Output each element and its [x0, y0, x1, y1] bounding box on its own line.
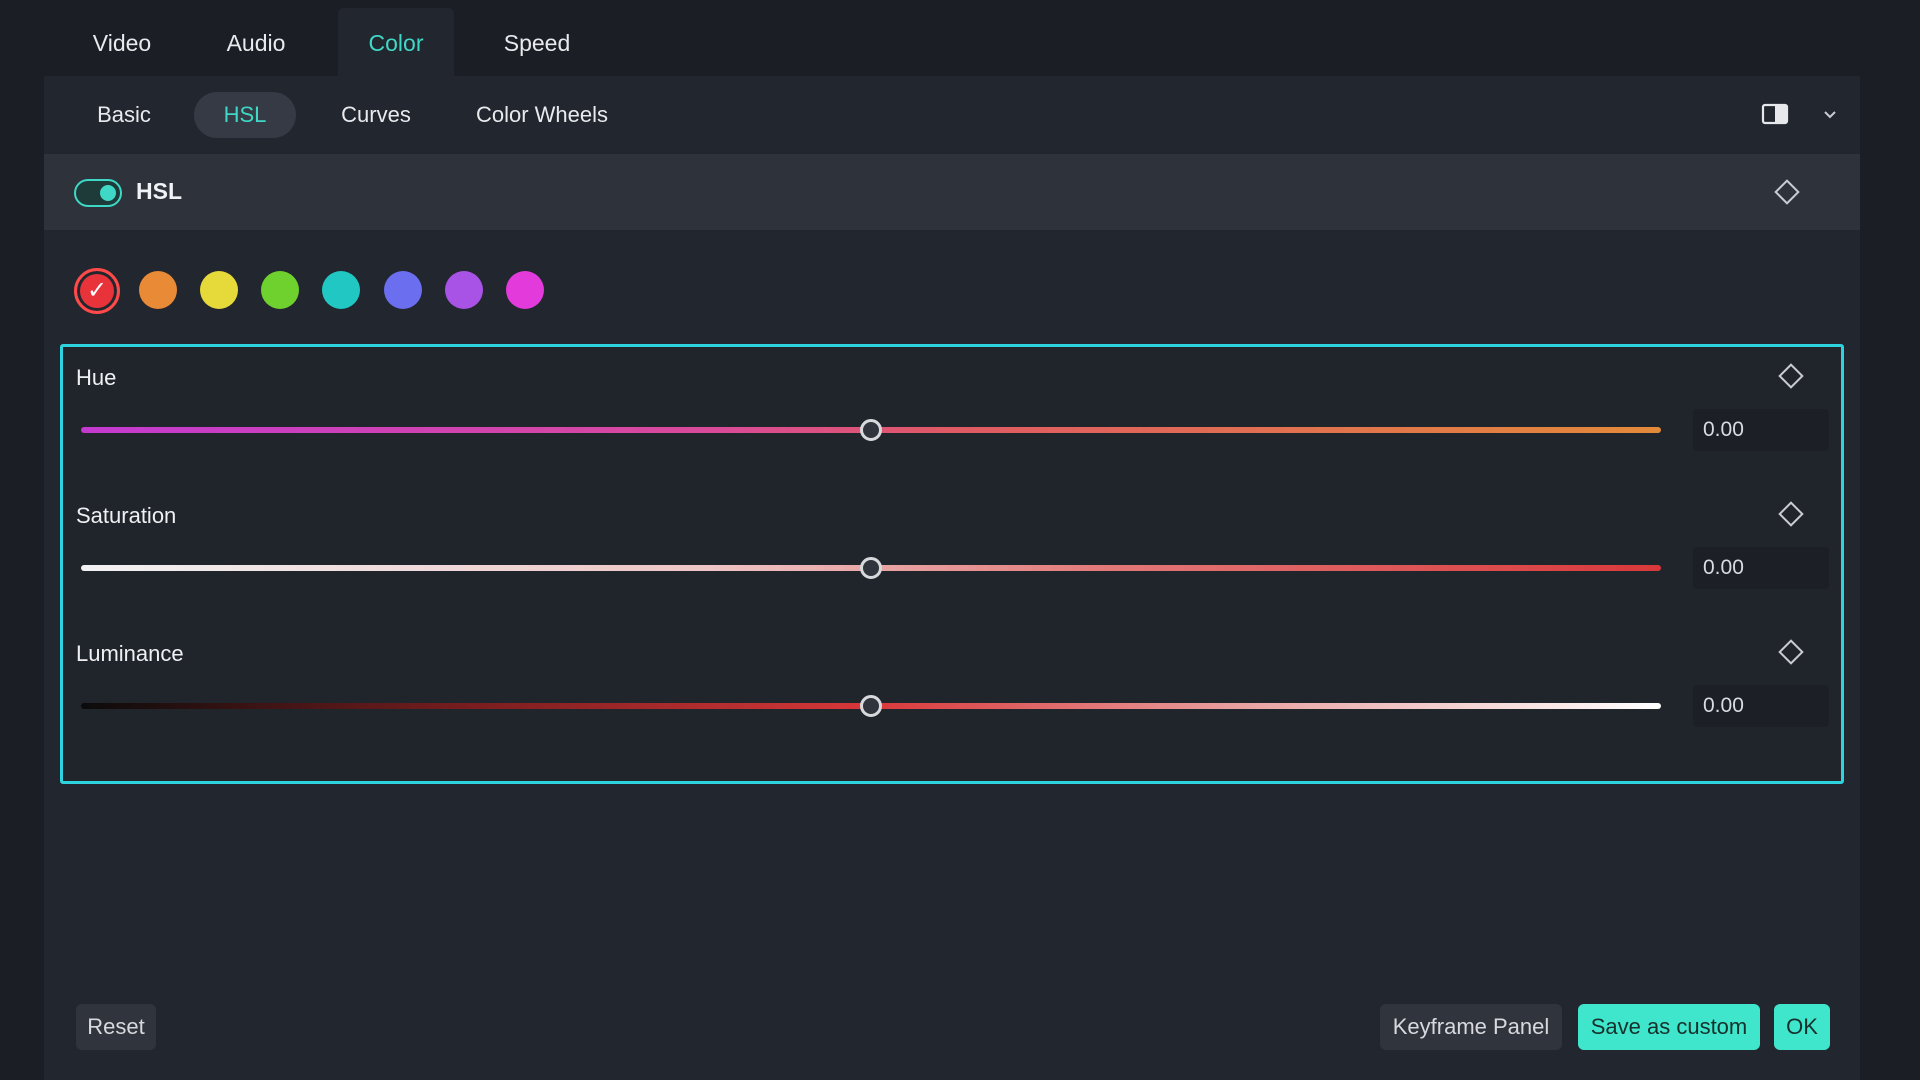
tab-audio[interactable]: Audio [210, 8, 302, 76]
sub-tab-bar: Basic HSL Curves Color Wheels [44, 76, 1860, 154]
hsl-slider-group: Hue 0.00 Saturation 0.00 Luminance 0.00 [60, 344, 1844, 784]
saturation-slider-thumb[interactable] [860, 557, 882, 579]
luminance-keyframe-diamond-icon[interactable] [1778, 639, 1804, 665]
swatch-orange[interactable] [139, 271, 177, 309]
tab-color[interactable]: Color [338, 8, 454, 76]
reset-button[interactable]: Reset [76, 1004, 156, 1050]
hue-slider-thumb[interactable] [860, 419, 882, 441]
saturation-value-input[interactable]: 0.00 [1693, 547, 1829, 589]
tab-video[interactable]: Video [74, 8, 170, 76]
color-panel: Video Audio Color Speed Basic HSL Curves… [44, 0, 1860, 1080]
swatch-green[interactable] [261, 271, 299, 309]
luminance-value-input[interactable]: 0.00 [1693, 685, 1829, 727]
swatch-purple[interactable] [445, 271, 483, 309]
hsl-section-label: HSL [136, 178, 182, 204]
right-edge-strip [1860, 0, 1920, 1080]
save-as-custom-button[interactable]: Save as custom [1578, 1004, 1760, 1050]
checkmark-icon: ✓ [86, 277, 108, 304]
tab-speed[interactable]: Speed [488, 8, 586, 76]
hue-keyframe-diamond-icon[interactable] [1778, 363, 1804, 389]
split-view-icon[interactable] [1761, 102, 1791, 126]
luminance-slider-thumb[interactable] [860, 695, 882, 717]
hue-label: Hue [76, 365, 117, 390]
hue-value-input[interactable]: 0.00 [1693, 409, 1829, 451]
keyframe-diamond-icon[interactable] [1774, 179, 1800, 205]
hsl-section-header: HSL [44, 154, 1860, 230]
luminance-label: Luminance [76, 641, 184, 666]
saturation-label: Saturation [76, 503, 177, 528]
color-swatch-row: ✓ [74, 268, 674, 314]
swatch-magenta[interactable] [506, 271, 544, 309]
subtab-hsl[interactable]: HSL [194, 92, 296, 138]
swatch-yellow[interactable] [200, 271, 238, 309]
swatch-red[interactable]: ✓ [74, 268, 120, 314]
subtab-color-wheels[interactable]: Color Wheels [458, 92, 626, 138]
chevron-down-icon[interactable] [1820, 104, 1840, 124]
swatch-blue[interactable] [384, 271, 422, 309]
keyframe-panel-button[interactable]: Keyframe Panel [1380, 1004, 1562, 1050]
subtab-curves[interactable]: Curves [324, 92, 428, 138]
ok-button[interactable]: OK [1774, 1004, 1830, 1050]
toggle-knob [100, 185, 116, 201]
saturation-keyframe-diamond-icon[interactable] [1778, 501, 1804, 527]
swatch-cyan[interactable] [322, 271, 360, 309]
subtab-basic[interactable]: Basic [80, 92, 168, 138]
hsl-toggle[interactable] [74, 179, 122, 207]
top-tab-bar: Video Audio Color Speed [44, 0, 1860, 76]
